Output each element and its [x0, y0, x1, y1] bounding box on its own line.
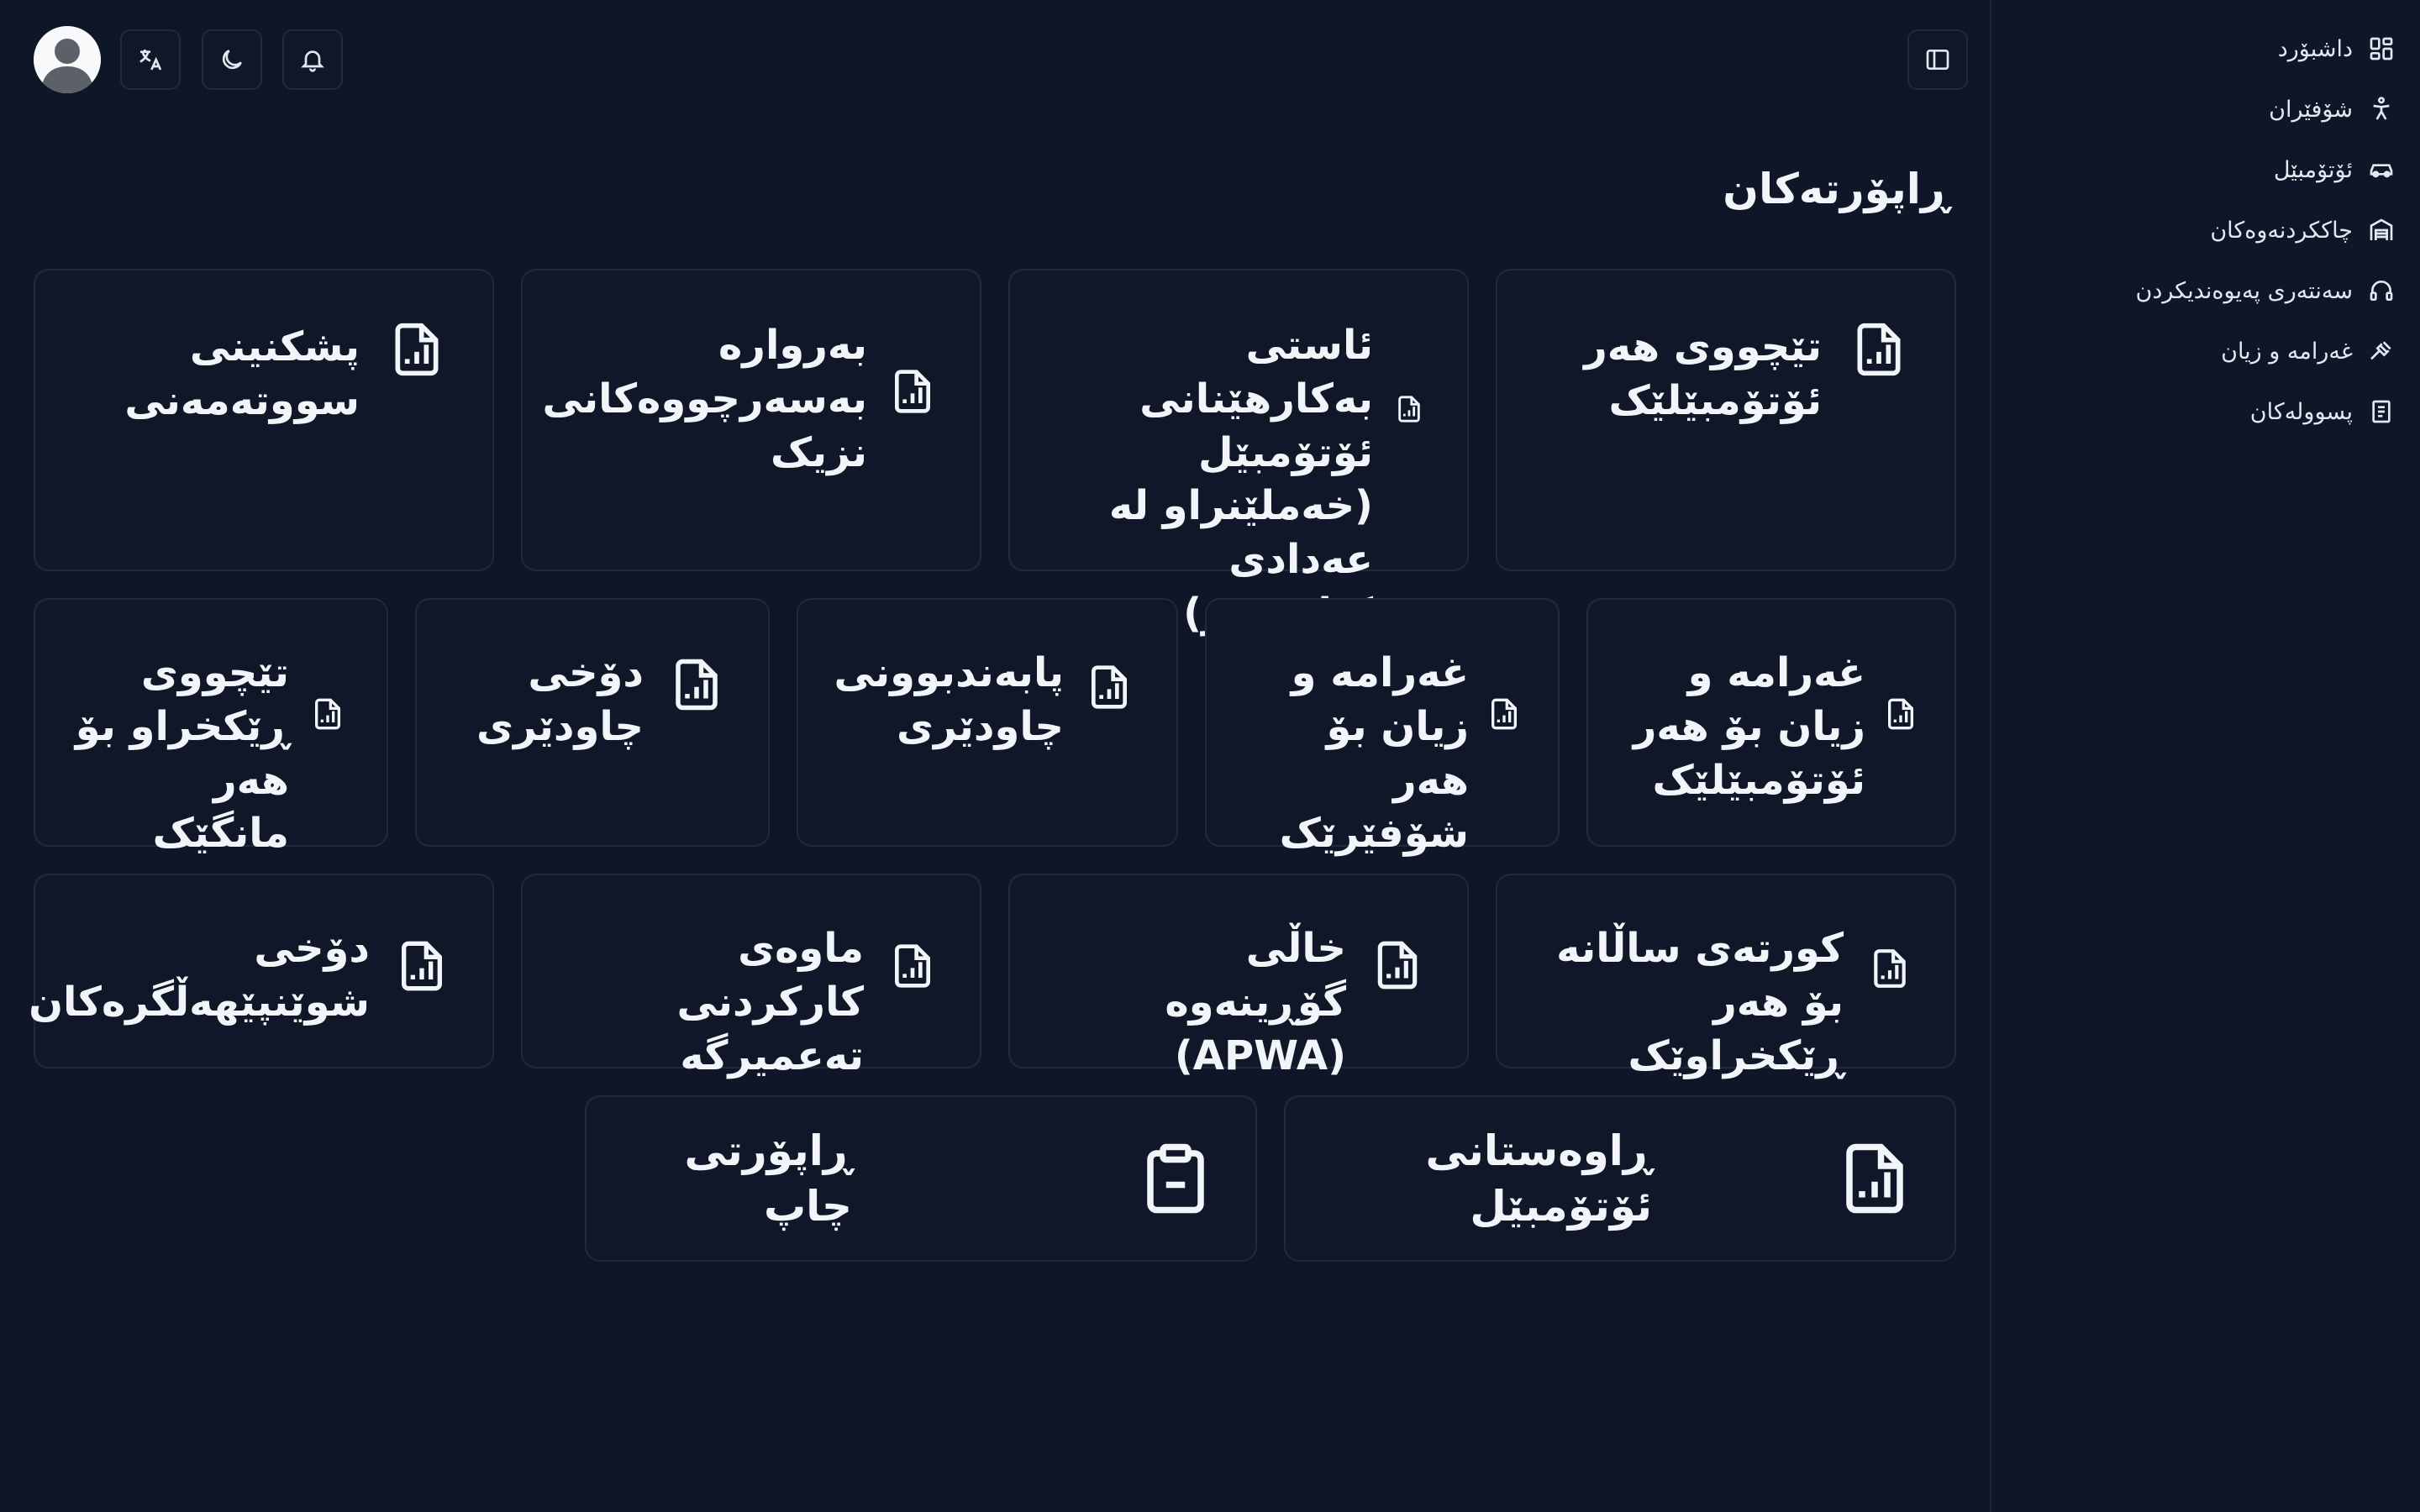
report-card-fines-per-driver[interactable]: غەرامە و زیان بۆ هەر شۆفێرێک — [1205, 598, 1560, 857]
sidebar-item-receipts[interactable]: پسوولەکان — [1991, 381, 2420, 442]
report-title: خاڵی گۆڕینەوە (APWA) — [1165, 925, 1346, 1079]
report-card-vehicle-parking[interactable]: ڕاوەستانی ئۆتۆمبێل — [1284, 1095, 1956, 1262]
sidebar-item-label: پسوولەکان — [2249, 398, 2353, 425]
headset-icon — [2370, 281, 2393, 301]
bell-icon — [301, 50, 324, 72]
gavel-icon — [2370, 341, 2391, 360]
report-card-monitoring-status[interactable]: دۆخی چاودێری — [415, 598, 770, 847]
report-chart-icon — [1487, 697, 1521, 731]
dashboard-icon — [2370, 37, 2393, 60]
sidebar-item-repairs[interactable]: چاککردنەوەکان — [1991, 200, 2420, 260]
report-card-upcoming-expirations[interactable]: بەروارە بەسەرچووەکانی نزیک — [521, 269, 981, 571]
moon-icon — [222, 50, 242, 70]
report-chart-icon — [1850, 321, 1907, 378]
report-card-print-report[interactable]: ڕاپۆرتی چاپ — [585, 1095, 1257, 1262]
report-chart-icon — [1086, 664, 1133, 711]
report-card-exchange-point[interactable]: خاڵی گۆڕینەوە (APWA) — [1008, 874, 1469, 1079]
report-card-cost-per-vehicle[interactable]: تێچووی هەر ئۆتۆمبێلێک — [1496, 269, 1956, 571]
report-chart-icon — [669, 657, 724, 712]
report-chart-icon — [1395, 395, 1423, 423]
report-chart-icon — [889, 942, 936, 990]
report-title: پشکنینی سووتەمەنی — [124, 323, 360, 424]
report-title: ئاستی بەکارهێنانی ئۆتۆمبێل (خەملێنراو لە… — [1108, 322, 1373, 637]
report-title: کورتەی ساڵانە بۆ هەر ڕێکخراوێک — [1556, 925, 1844, 1079]
sidebar-item-label: ئۆتۆمبێل — [2273, 156, 2353, 183]
report-card-org-cost-per-month[interactable]: تێچووی ڕێکخراو بۆ هەر مانگێک — [34, 598, 388, 857]
report-chart-icon — [388, 321, 445, 378]
report-card-fines-per-vehicle[interactable]: غەرامە و زیان بۆ هەر ئۆتۆمبێلێک — [1586, 598, 1956, 847]
report-card-trackers-status[interactable]: دۆخی شوێنپێهەڵگرەکان — [29, 874, 494, 1068]
sidebar-item-contact-center[interactable]: سەنتەری پەیوەندیکردن — [1991, 260, 2420, 321]
sidebar-item-label: شۆفێران — [2269, 96, 2353, 123]
garage-icon — [2370, 218, 2393, 240]
person-icon — [2373, 97, 2390, 120]
report-chart-icon — [1371, 939, 1423, 991]
report-title: دۆخی چاودێری — [476, 649, 644, 750]
sidebar: داشبۆرد شۆفێران ئۆتۆمبێل چاککردنەوەکان س… — [1990, 0, 2420, 1512]
report-title: ڕاپۆرتی چاپ — [684, 1126, 852, 1231]
sidebar-item-drivers[interactable]: شۆفێران — [1991, 79, 2420, 139]
report-card-annual-summary[interactable]: کورتەی ساڵانە بۆ هەر ڕێکخراوێک — [1496, 874, 1956, 1079]
user-avatar-icon — [34, 26, 101, 93]
report-title: بەروارە بەسەرچووەکانی نزیک — [542, 322, 867, 476]
report-chart-icon — [1837, 1141, 1912, 1216]
report-card-fuel-inspection[interactable]: پشکنینی سووتەمەنی — [34, 269, 494, 571]
theme-toggle-button[interactable] — [202, 29, 262, 90]
language-button[interactable] — [120, 29, 181, 90]
report-title: ماوەی کارکردنی تەعمیرگە — [676, 925, 864, 1079]
report-title: دۆخی شوێنپێهەڵگرەکان — [29, 925, 370, 1026]
translate-icon — [139, 50, 162, 71]
sidebar-item-dashboard[interactable]: داشبۆرد — [1991, 18, 2420, 79]
sidebar-item-fines[interactable]: غەرامە و زیان — [1991, 321, 2420, 381]
report-chart-icon — [889, 368, 936, 415]
report-card-vehicle-usage[interactable]: ئاستی بەکارهێنانی ئۆتۆمبێل (خەملێنراو لە… — [1008, 269, 1469, 637]
report-title: تێچووی ڕێکخراو بۆ هەر مانگێک — [75, 649, 289, 858]
sidebar-item-label: غەرامە و زیان — [2221, 338, 2353, 365]
report-title: تێچووی هەر ئۆتۆمبێلێک — [1584, 323, 1822, 424]
report-chart-icon — [1884, 697, 1918, 731]
sidebar-toggle-button[interactable] — [1907, 29, 1968, 90]
report-title: غەرامە و زیان بۆ هەر شۆفێرێک — [1279, 649, 1469, 858]
receipt-icon — [2372, 400, 2391, 423]
report-chart-icon — [311, 697, 345, 731]
report-title: ڕاوەستانی ئۆتۆمبێل — [1425, 1126, 1652, 1231]
report-card-monitoring-compliance[interactable]: پابەندبوونی چاودێری — [797, 598, 1178, 847]
page-title: ڕاپۆرتەکان — [1723, 165, 1949, 213]
report-chart-icon — [1869, 948, 1911, 990]
sidebar-item-label: داشبۆرد — [2277, 35, 2353, 62]
report-title: غەرامە و زیان بۆ هەر ئۆتۆمبێلێک — [1633, 649, 1865, 804]
car-icon — [2370, 164, 2393, 178]
report-chart-icon — [395, 939, 449, 993]
sidebar-item-label: چاککردنەوەکان — [2210, 217, 2353, 244]
report-title: پابەندبوونی چاودێری — [834, 649, 1064, 750]
sidebar-panel-icon — [1926, 50, 1949, 70]
sidebar-item-label: سەنتەری پەیوەندیکردن — [2135, 277, 2353, 304]
sidebar-item-vehicles[interactable]: ئۆتۆمبێل — [1991, 139, 2420, 200]
clipboard-icon — [1138, 1141, 1213, 1216]
notifications-button[interactable] — [282, 29, 343, 90]
avatar[interactable] — [34, 26, 101, 93]
report-card-workshop-duration[interactable]: ماوەی کارکردنی تەعمیرگە — [521, 874, 981, 1079]
